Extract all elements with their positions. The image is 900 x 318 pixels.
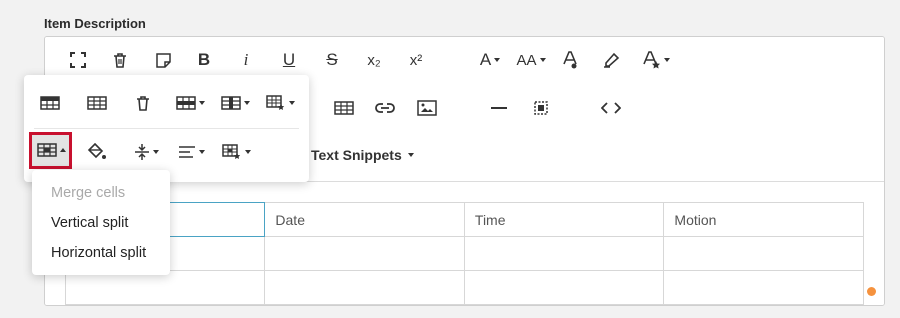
cell-style-star-icon <box>221 144 240 159</box>
cell-style-dropdown[interactable] <box>218 137 254 167</box>
table-cell[interactable] <box>463 270 665 305</box>
chevron-down-icon <box>198 150 205 154</box>
trash-icon <box>137 95 149 111</box>
align-left-icon <box>178 146 195 158</box>
table-cell[interactable] <box>463 236 665 271</box>
table-row <box>64 236 864 271</box>
table-cell[interactable]: Time <box>463 202 665 237</box>
editor-content[interactable]: Date Time Motion <box>45 183 884 305</box>
highlighter-icon <box>604 52 620 68</box>
insert-link-button[interactable] <box>370 93 400 123</box>
chevron-down-icon <box>243 101 250 105</box>
table-row: Date Time Motion <box>64 202 864 237</box>
select-all-button[interactable] <box>526 93 556 123</box>
link-icon <box>375 103 395 113</box>
table-header-button[interactable] <box>35 88 65 118</box>
menu-item-merge-cells: Merge cells <box>51 185 126 201</box>
table-cell[interactable] <box>663 270 864 305</box>
font-size-glyph: AA <box>516 51 537 69</box>
insert-image-button[interactable] <box>412 93 442 123</box>
table-icon <box>334 101 354 115</box>
underline-button[interactable]: U <box>274 45 304 75</box>
code-view-button[interactable] <box>596 93 626 123</box>
vertical-align-dropdown[interactable] <box>128 137 164 167</box>
table-cell[interactable] <box>264 270 465 305</box>
table-cells-icon <box>36 143 57 157</box>
highlight-button[interactable] <box>596 45 626 75</box>
menu-item-horizontal-split[interactable]: Horizontal split <box>32 238 170 268</box>
chevron-up-icon <box>59 148 66 152</box>
chevron-down-icon <box>152 150 159 154</box>
text-snippets-label: Text Snippets <box>311 147 402 163</box>
chevron-down-icon <box>494 58 501 62</box>
table-toolbar-popover <box>24 75 309 182</box>
image-icon <box>417 100 437 116</box>
table-footer-icon <box>87 96 107 110</box>
trash-icon <box>114 52 126 68</box>
fullscreen-icon <box>70 52 86 68</box>
subscript-button[interactable]: x₂ <box>359 45 389 75</box>
font-family-dropdown[interactable]: A <box>473 45 507 75</box>
chevron-down-icon <box>407 153 414 157</box>
popover-divider <box>34 128 299 129</box>
table-cell[interactable] <box>64 270 266 305</box>
bold-button[interactable]: B <box>189 45 219 75</box>
chevron-down-icon <box>244 150 251 154</box>
status-indicator-dot <box>867 287 876 296</box>
insert-table-button[interactable] <box>329 93 359 123</box>
table-cell[interactable]: Date <box>264 202 465 237</box>
menu-item-vertical-split[interactable]: Vertical split <box>32 208 170 238</box>
field-label: Item Description <box>44 16 146 31</box>
table-style-dropdown[interactable] <box>262 88 298 118</box>
font-family-glyph: A <box>479 50 492 69</box>
code-icon <box>601 102 621 114</box>
table-row <box>64 270 864 305</box>
remove-table-button[interactable] <box>128 88 158 118</box>
vertical-align-icon <box>134 144 149 160</box>
table-header-icon <box>40 96 60 110</box>
table-rows-icon <box>175 96 196 110</box>
text-snippets-dropdown[interactable]: Text Snippets <box>311 147 414 163</box>
font-size-dropdown[interactable]: AA <box>512 45 550 75</box>
table-columns-icon <box>220 96 241 110</box>
note-button[interactable] <box>148 45 178 75</box>
cell-actions-menu: Merge cells Vertical split Horizontal sp… <box>32 170 170 275</box>
horizontal-align-dropdown[interactable] <box>173 137 209 167</box>
chevron-down-icon <box>288 101 295 105</box>
text-color-icon <box>563 51 577 69</box>
italic-button[interactable]: i <box>231 45 261 75</box>
select-all-icon <box>534 101 548 115</box>
paint-bucket-icon <box>87 143 106 159</box>
superscript-button[interactable]: x² <box>401 45 431 75</box>
content-table: Date Time Motion <box>64 202 864 305</box>
table-cells-dropdown[interactable] <box>33 135 69 165</box>
cell-background-button[interactable] <box>82 137 112 167</box>
table-footer-button[interactable] <box>82 88 112 118</box>
text-styles-dropdown[interactable] <box>638 45 674 75</box>
table-rows-dropdown[interactable] <box>172 88 208 118</box>
table-style-star-icon <box>265 95 284 110</box>
sticky-note-icon <box>155 52 171 68</box>
fullscreen-button[interactable] <box>63 45 93 75</box>
chevron-down-icon <box>539 58 546 62</box>
table-cell[interactable] <box>663 236 864 271</box>
clear-button[interactable] <box>105 45 135 75</box>
horizontal-line-icon <box>491 107 507 109</box>
table-cell[interactable]: Motion <box>663 202 864 237</box>
table-columns-dropdown[interactable] <box>217 88 253 118</box>
text-color-button[interactable] <box>555 45 585 75</box>
chevron-down-icon <box>663 58 670 62</box>
chevron-down-icon <box>198 101 205 105</box>
text-style-star-icon <box>642 51 660 69</box>
horizontal-rule-button[interactable] <box>484 93 514 123</box>
strikethrough-button[interactable]: S <box>317 45 347 75</box>
table-cell[interactable] <box>264 236 465 271</box>
